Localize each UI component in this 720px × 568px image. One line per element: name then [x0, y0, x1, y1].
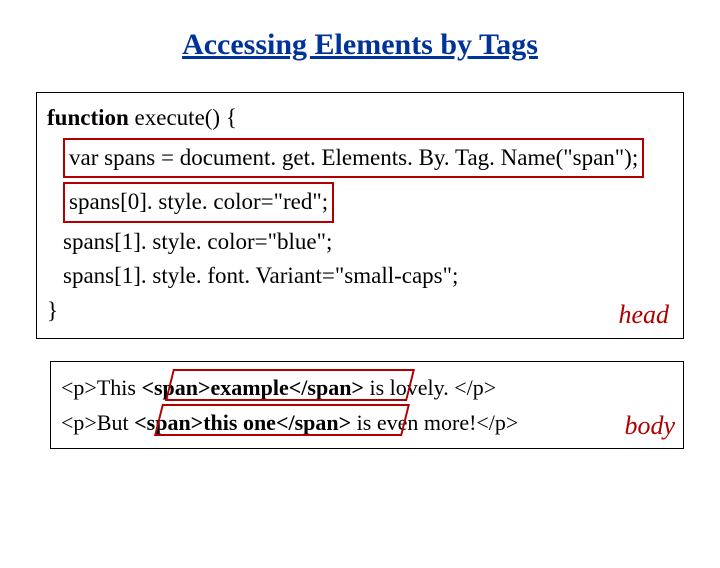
head-code-box: function execute() { var spans = documen… [36, 92, 684, 339]
p1-before: <p>This [61, 375, 141, 400]
box-label-head: head [618, 295, 669, 334]
code-line-fn: function execute() { [47, 101, 673, 136]
code-line-2-wrap: spans[0]. style. color="red"; [47, 180, 673, 225]
p2-before: <p>But [61, 410, 134, 435]
p2-span: <span>this one</span> [134, 410, 351, 435]
p1-after: is lovely. </p> [364, 375, 496, 400]
code-line-3: spans[1]. style. color="blue"; [47, 225, 673, 260]
body-line-1: <p>This <span>example</span> is lovely. … [61, 370, 673, 405]
p2-after: is even more!</p> [351, 410, 518, 435]
code-line-close: } [47, 294, 673, 329]
body-markup-box: <p>This <span>example</span> is lovely. … [50, 361, 684, 449]
keyword-function: function [47, 105, 129, 130]
box-label-body: body [624, 405, 675, 447]
code-line-1-wrap: var spans = document. get. Elements. By.… [47, 136, 673, 181]
highlight-getelements: var spans = document. get. Elements. By.… [63, 138, 644, 179]
body-line-2: <p>But <span>this one</span> is even mor… [61, 405, 673, 440]
highlight-style-red: spans[0]. style. color="red"; [63, 182, 334, 223]
fn-signature: execute() { [129, 105, 237, 130]
code-line-4: spans[1]. style. font. Variant="small-ca… [47, 259, 673, 294]
slide-title: Accessing Elements by Tags [0, 28, 720, 62]
p1-span: <span>example</span> [141, 375, 364, 400]
